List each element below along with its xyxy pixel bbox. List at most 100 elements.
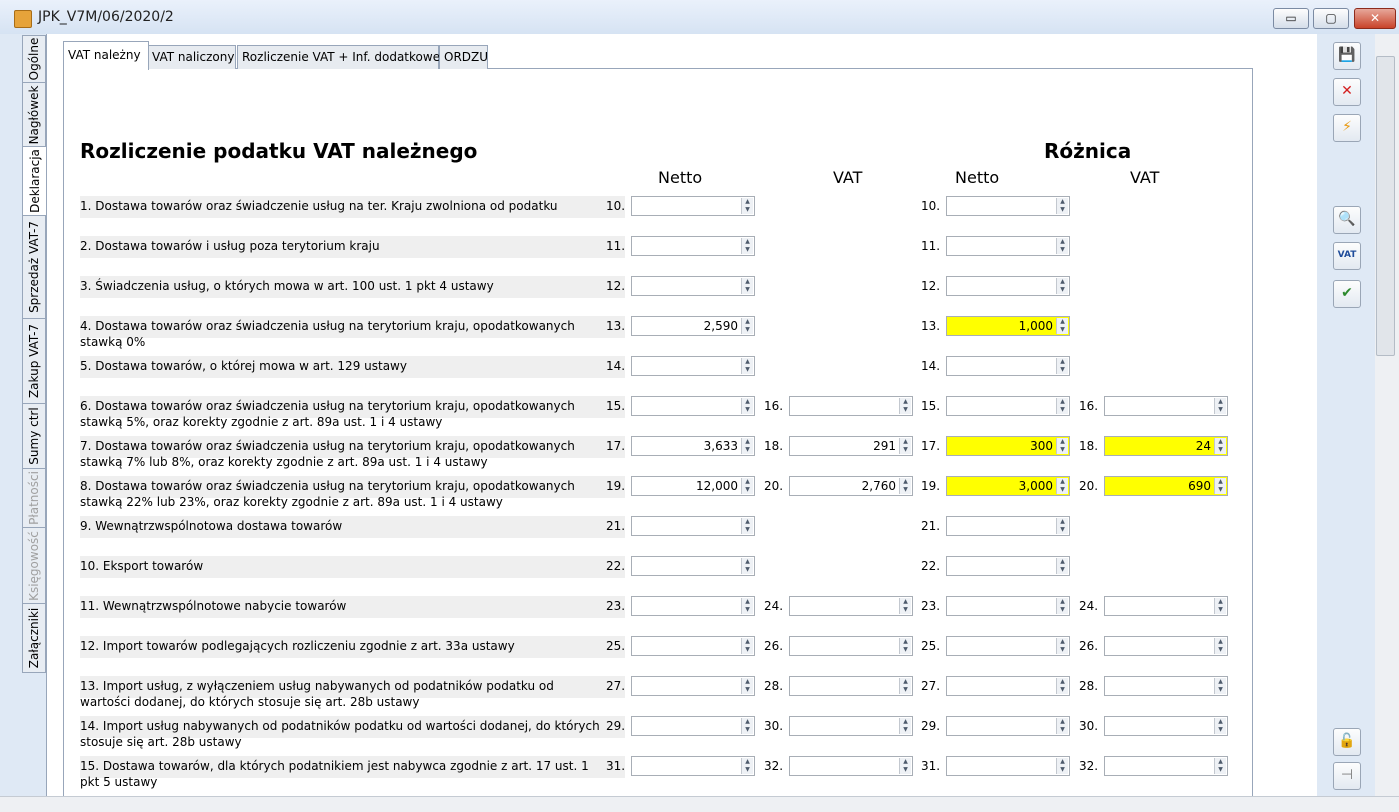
spin-up-icon[interactable]: ▲ [742,598,753,606]
spinner-buttons[interactable]: ▲ ▼ [1056,278,1068,294]
spinner-buttons[interactable]: ▲ ▼ [899,638,911,654]
amount-field[interactable]: ▲ ▼ [631,676,755,696]
spin-down-icon[interactable]: ▼ [1057,446,1068,454]
spinner-buttons[interactable]: ▲ ▼ [1056,238,1068,254]
difference-field[interactable]: 1,000 ▲ ▼ [946,316,1070,336]
spinner-buttons[interactable]: ▲ ▼ [741,438,753,454]
spin-down-icon[interactable]: ▼ [742,286,753,294]
amount-field[interactable]: ▲ ▼ [631,516,755,536]
spin-down-icon[interactable]: ▼ [900,686,911,694]
spin-up-icon[interactable]: ▲ [1057,278,1068,286]
spin-up-icon[interactable]: ▲ [900,718,911,726]
spinner-buttons[interactable]: ▲ ▼ [1056,598,1068,614]
spin-up-icon[interactable]: ▲ [742,198,753,206]
spinner-buttons[interactable]: ▲ ▼ [1056,478,1068,494]
spinner-buttons[interactable]: ▲ ▼ [1056,398,1068,414]
spinner-buttons[interactable]: ▲ ▼ [741,318,753,334]
amount-field[interactable]: ▲ ▼ [631,396,755,416]
cancel-button[interactable]: ✕ [1333,78,1361,106]
spin-down-icon[interactable]: ▼ [742,446,753,454]
spin-down-icon[interactable]: ▼ [742,366,753,374]
difference-field[interactable]: ▲ ▼ [946,636,1070,656]
spin-up-icon[interactable]: ▲ [1057,638,1068,646]
amount-field[interactable]: ▲ ▼ [789,716,913,736]
maximize-button[interactable]: ▢ [1313,8,1349,29]
difference-field[interactable]: ▲ ▼ [946,356,1070,376]
spin-up-icon[interactable]: ▲ [1057,238,1068,246]
spin-up-icon[interactable]: ▲ [1057,398,1068,406]
spin-up-icon[interactable]: ▲ [742,358,753,366]
amount-field[interactable]: ▲ ▼ [631,276,755,296]
spin-up-icon[interactable]: ▲ [900,598,911,606]
spin-down-icon[interactable]: ▼ [900,406,911,414]
spin-up-icon[interactable]: ▲ [1057,478,1068,486]
spinner-buttons[interactable]: ▲ ▼ [1214,438,1226,454]
difference-field[interactable]: ▲ ▼ [946,756,1070,776]
difference-field[interactable]: ▲ ▼ [1104,396,1228,416]
spin-down-icon[interactable]: ▼ [1057,606,1068,614]
spin-down-icon[interactable]: ▼ [1057,366,1068,374]
spin-up-icon[interactable]: ▲ [742,478,753,486]
amount-field[interactable]: ▲ ▼ [631,196,755,216]
spinner-buttons[interactable]: ▲ ▼ [1056,638,1068,654]
spinner-buttons[interactable]: ▲ ▼ [1056,718,1068,734]
difference-field[interactable]: ▲ ▼ [946,196,1070,216]
spin-down-icon[interactable]: ▼ [1215,726,1226,734]
spinner-buttons[interactable]: ▲ ▼ [1214,678,1226,694]
spin-down-icon[interactable]: ▼ [742,526,753,534]
spinner-buttons[interactable]: ▲ ▼ [741,638,753,654]
spinner-buttons[interactable]: ▲ ▼ [1056,678,1068,694]
spinner-buttons[interactable]: ▲ ▼ [899,438,911,454]
amount-field[interactable]: ▲ ▼ [631,716,755,736]
difference-field[interactable]: ▲ ▼ [946,716,1070,736]
amount-field[interactable]: ▲ ▼ [789,676,913,696]
spin-up-icon[interactable]: ▲ [900,398,911,406]
spin-down-icon[interactable]: ▼ [1057,646,1068,654]
horizontal-scrollbar[interactable] [0,796,1399,812]
spin-down-icon[interactable]: ▼ [742,406,753,414]
amount-field[interactable]: 3,633 ▲ ▼ [631,436,755,456]
spinner-buttons[interactable]: ▲ ▼ [899,478,911,494]
amount-field[interactable]: 291 ▲ ▼ [789,436,913,456]
tab-vat-naliczony[interactable]: VAT naliczony [147,45,236,69]
spinner-buttons[interactable]: ▲ ▼ [741,718,753,734]
spin-down-icon[interactable]: ▼ [742,566,753,574]
spin-up-icon[interactable]: ▲ [742,718,753,726]
spinner-buttons[interactable]: ▲ ▼ [1214,638,1226,654]
spinner-buttons[interactable]: ▲ ▼ [1214,598,1226,614]
amount-field[interactable]: ▲ ▼ [789,756,913,776]
difference-field[interactable]: 3,000 ▲ ▼ [946,476,1070,496]
amount-field[interactable]: ▲ ▼ [631,596,755,616]
spin-down-icon[interactable]: ▼ [1057,406,1068,414]
lock-button[interactable]: 🔓 [1333,728,1361,756]
spin-down-icon[interactable]: ▼ [1057,486,1068,494]
spinner-buttons[interactable]: ▲ ▼ [741,758,753,774]
spin-up-icon[interactable]: ▲ [1215,718,1226,726]
difference-field[interactable]: ▲ ▼ [1104,596,1228,616]
vtab-sprzedaz-vat7[interactable]: Sprzedaż VAT-7 [22,215,46,319]
spinner-buttons[interactable]: ▲ ▼ [741,238,753,254]
difference-field[interactable]: 690 ▲ ▼ [1104,476,1228,496]
spinner-buttons[interactable]: ▲ ▼ [899,758,911,774]
tab-ordzu[interactable]: ORDZU [439,45,488,69]
spinner-buttons[interactable]: ▲ ▼ [899,598,911,614]
spinner-buttons[interactable]: ▲ ▼ [1056,358,1068,374]
spinner-buttons[interactable]: ▲ ▼ [741,518,753,534]
difference-field[interactable]: ▲ ▼ [946,596,1070,616]
spin-up-icon[interactable]: ▲ [1215,438,1226,446]
spin-down-icon[interactable]: ▼ [1057,246,1068,254]
spin-down-icon[interactable]: ▼ [1215,606,1226,614]
difference-field[interactable]: ▲ ▼ [1104,636,1228,656]
vertical-scrollbar-thumb[interactable] [1376,56,1395,356]
spin-up-icon[interactable]: ▲ [742,758,753,766]
spin-down-icon[interactable]: ▼ [742,206,753,214]
difference-field[interactable]: ▲ ▼ [1104,756,1228,776]
spin-up-icon[interactable]: ▲ [1215,678,1226,686]
spin-down-icon[interactable]: ▼ [742,726,753,734]
amount-field[interactable]: ▲ ▼ [789,396,913,416]
spinner-buttons[interactable]: ▲ ▼ [1214,718,1226,734]
spin-down-icon[interactable]: ▼ [900,606,911,614]
spin-up-icon[interactable]: ▲ [742,678,753,686]
spin-down-icon[interactable]: ▼ [1057,526,1068,534]
spin-up-icon[interactable]: ▲ [900,638,911,646]
